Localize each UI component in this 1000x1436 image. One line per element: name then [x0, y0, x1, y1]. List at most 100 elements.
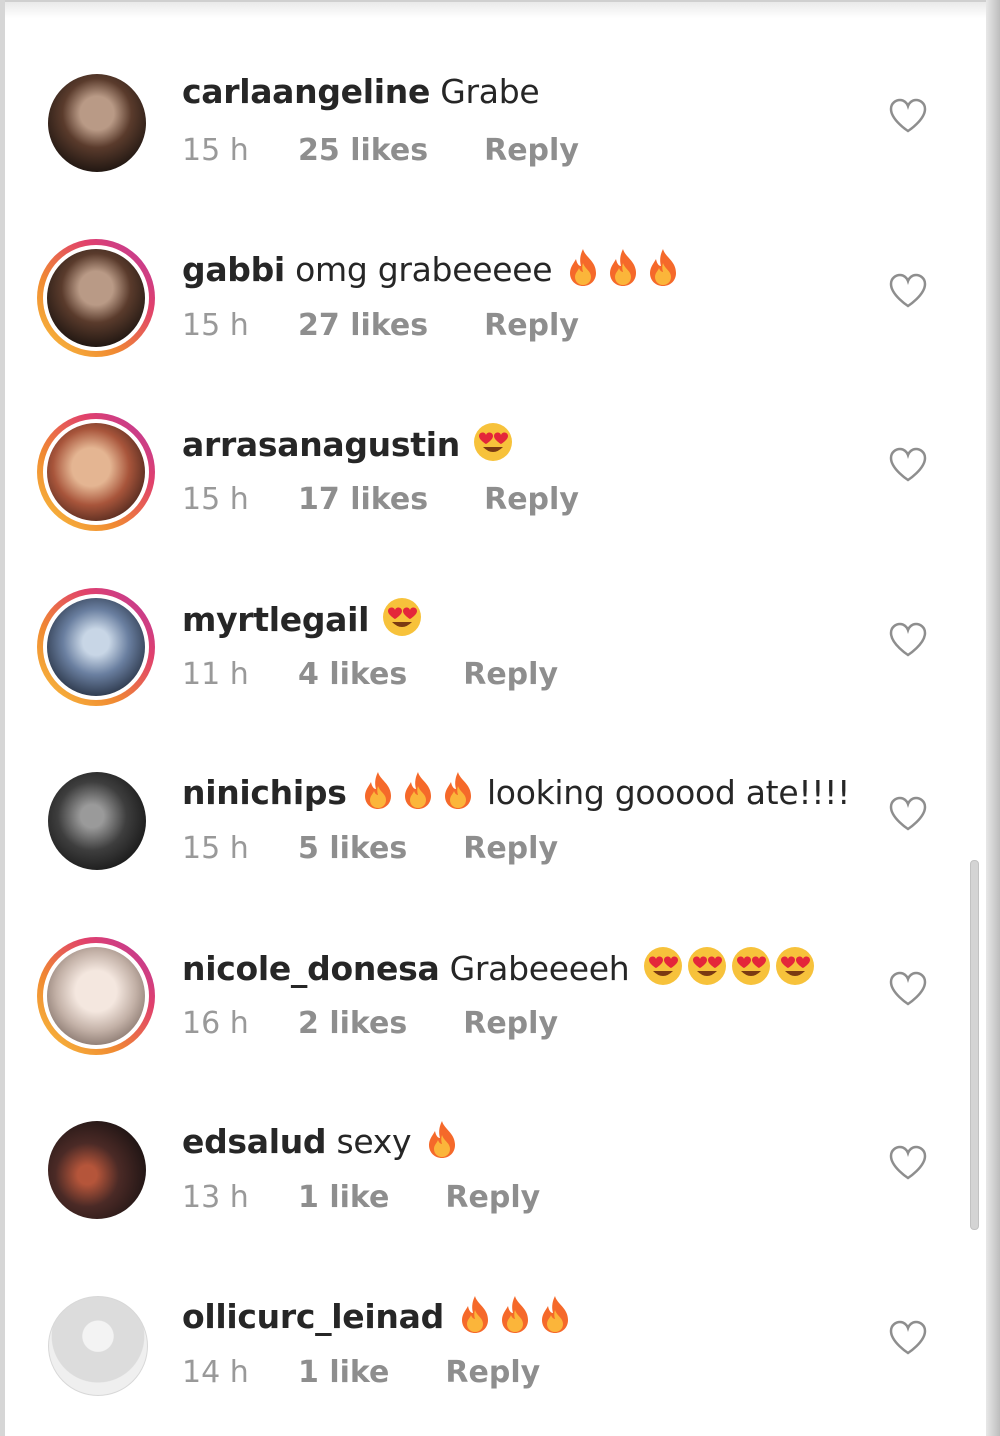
avatar[interactable]: [47, 423, 145, 521]
comment-text: looking gooood ate!!!!: [476, 773, 851, 812]
like-heart-icon[interactable]: [888, 447, 928, 483]
comment-body: carlaangeline Grabe: [182, 72, 540, 112]
comment-likes-count[interactable]: 25 likes: [298, 132, 428, 170]
avatar[interactable]: [47, 946, 145, 1045]
avatar-ring-gap: [43, 942, 149, 1049]
comment-body: nicole_donesa Grabeeeeh: [182, 945, 816, 996]
comment-body: myrtlegail: [182, 596, 423, 647]
comment-body: arrasanagustin: [182, 421, 514, 472]
comment-text: Grabe: [430, 72, 540, 111]
like-heart-icon[interactable]: [888, 971, 928, 1007]
comment-username[interactable]: myrtlegail: [182, 600, 369, 639]
comment-text: omg grabeeeee: [284, 249, 553, 289]
comment-likes-count[interactable]: 4 likes: [298, 656, 407, 694]
fire-emoji-icon: [456, 1294, 494, 1343]
comment-body: edsalud sexy: [182, 1119, 461, 1168]
comment-username[interactable]: ollicurc_leinad: [182, 1297, 444, 1336]
comment-likes-count[interactable]: 27 likes: [298, 307, 428, 345]
comment-body: ninichips looking gooood ate!!!!: [182, 770, 850, 819]
like-heart-icon[interactable]: [888, 1320, 928, 1356]
fire-emoji-icon: [423, 1119, 461, 1168]
like-heart-icon[interactable]: [888, 1145, 928, 1181]
fire-emoji-icon: [564, 247, 602, 296]
like-heart-icon[interactable]: [888, 796, 928, 832]
comment-username[interactable]: edsalud: [182, 1122, 327, 1161]
fire-emoji-icon: [439, 770, 477, 819]
fire-emoji-icon: [399, 770, 437, 819]
comment-item: gabbi omg grabeeeee 15 h 27 likes Reply: [0, 185, 980, 359]
fire-emoji-icon: [536, 1294, 574, 1343]
comment-timestamp[interactable]: 13 h: [182, 1179, 298, 1217]
comment-meta: 13 h1 like Reply: [182, 1179, 540, 1217]
comment-meta: 14 h1 like Reply: [182, 1354, 540, 1392]
fire-emoji-icon: [359, 770, 397, 819]
heart-eyes-emoji-icon: [642, 945, 684, 996]
avatar-ring-gap: [43, 593, 149, 700]
avatar-ring-gap: [43, 419, 149, 525]
comment-meta: 15 h 17 likes Reply: [182, 481, 579, 519]
comment-timestamp[interactable]: 15 h: [182, 307, 298, 345]
reply-button[interactable]: Reply: [445, 1354, 540, 1392]
comment-likes-count[interactable]: 5 likes: [298, 830, 407, 868]
fire-emoji-icon: [604, 247, 642, 296]
comment-meta: 15 h5 likes Reply: [182, 830, 558, 868]
heart-eyes-emoji-icon: [730, 945, 772, 996]
avatar[interactable]: [47, 248, 145, 347]
comment-body: ollicurc_leinad: [182, 1294, 574, 1343]
reply-button[interactable]: Reply: [463, 830, 558, 868]
comment-meta: 11 h4 likes Reply: [182, 656, 558, 694]
reply-button[interactable]: Reply: [463, 656, 558, 694]
avatar[interactable]: [47, 597, 145, 696]
comment-timestamp[interactable]: 16 h: [182, 1005, 298, 1043]
comment-body: gabbi omg grabeeeee: [182, 247, 682, 296]
fire-emoji-icon: [496, 1294, 534, 1343]
comment-username[interactable]: carlaangeline: [182, 72, 430, 111]
comment-username[interactable]: gabbi: [182, 250, 285, 289]
comment-meta: 15 h 27 likes Reply: [182, 307, 579, 345]
avatar[interactable]: [48, 1121, 146, 1219]
comment-username[interactable]: arrasanagustin: [182, 425, 460, 464]
comment-timestamp[interactable]: 15 h: [182, 132, 298, 170]
heart-eyes-emoji-icon: [686, 945, 728, 996]
comment-text: sexy: [326, 1122, 412, 1161]
reply-button[interactable]: Reply: [484, 481, 579, 519]
like-heart-icon[interactable]: [888, 622, 928, 658]
comment-item: myrtlegail 11 h4 likes Reply: [0, 534, 980, 708]
heart-eyes-emoji-icon: [472, 421, 514, 472]
comment-timestamp[interactable]: 14 h: [182, 1354, 298, 1392]
comment-likes-count[interactable]: 17 likes: [298, 481, 428, 519]
comment-item: arrasanagustin 15 h 17 likes Reply: [0, 359, 980, 533]
story-ring[interactable]: [37, 238, 155, 357]
comment-item: ollicurc_leinad 14 h1 like Reply: [0, 1232, 980, 1406]
comment-likes-count[interactable]: 2 likes: [298, 1005, 407, 1043]
reply-button[interactable]: Reply: [445, 1179, 540, 1217]
comment-likes-count[interactable]: 1 like: [298, 1179, 389, 1217]
avatar-ring-gap: [43, 244, 149, 351]
story-ring[interactable]: [37, 413, 155, 531]
fire-emoji-icon: [644, 247, 682, 296]
reply-button[interactable]: Reply: [484, 307, 579, 345]
reply-button[interactable]: Reply: [463, 1005, 558, 1043]
like-heart-icon[interactable]: [888, 98, 928, 134]
comment-username[interactable]: ninichips: [182, 773, 347, 812]
comment-timestamp[interactable]: 15 h: [182, 830, 298, 868]
story-ring[interactable]: [37, 936, 155, 1055]
comment-likes-count[interactable]: 1 like: [298, 1354, 389, 1392]
avatar[interactable]: [48, 1295, 148, 1396]
like-heart-icon[interactable]: [888, 273, 928, 309]
reply-button[interactable]: Reply: [484, 132, 579, 170]
comment-item: carlaangeline Grabe 15 h 25 likes Reply: [0, 10, 980, 184]
comment-item: edsalud sexy 13 h1 like Reply: [0, 1057, 980, 1231]
story-ring[interactable]: [37, 587, 155, 706]
comment-text: Grabeeeeh: [439, 948, 630, 988]
comment-timestamp[interactable]: 11 h: [182, 656, 298, 694]
comment-meta: 15 h 25 likes Reply: [182, 132, 579, 170]
panel-right-border: [986, 0, 1000, 1436]
comment-username[interactable]: nicole_donesa: [182, 949, 440, 988]
comment-timestamp[interactable]: 15 h: [182, 481, 298, 519]
comments-panel: carlaangeline Grabe 15 h 25 likes Reply gabb…: [0, 0, 1000, 1436]
comment-item: ninichips looking gooood ate!!!! 15 h5 li…: [0, 708, 980, 882]
avatar[interactable]: [48, 772, 146, 870]
avatar[interactable]: [48, 74, 146, 172]
heart-eyes-emoji-icon: [774, 945, 816, 996]
